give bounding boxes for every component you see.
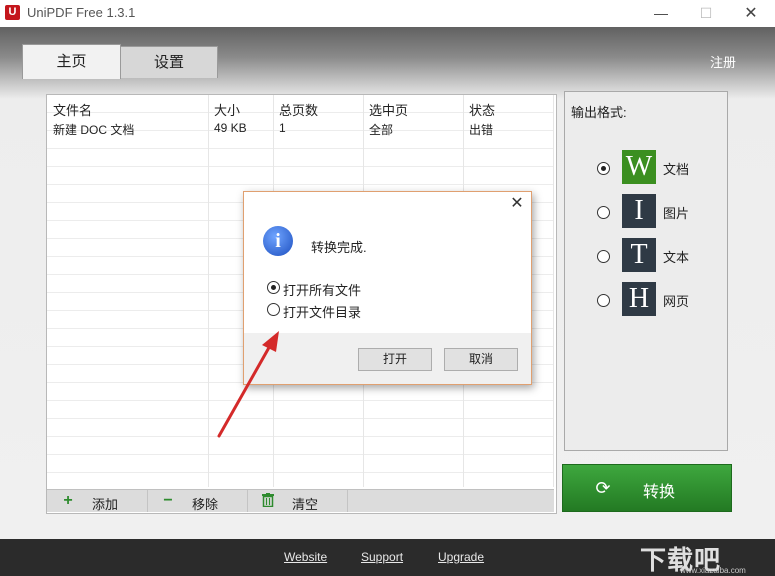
watermark-url: www.xiazaiba.com bbox=[680, 566, 746, 575]
open-folder-radio[interactable] bbox=[267, 303, 280, 316]
format-radio-html[interactable] bbox=[597, 294, 610, 307]
dialog-message: 转换完成. bbox=[311, 240, 367, 255]
format-label-image[interactable]: 图片 bbox=[663, 203, 689, 222]
cell-filename[interactable]: 新建 DOC 文档 bbox=[53, 121, 134, 138]
open-button[interactable]: 打开 bbox=[358, 348, 432, 371]
cell-pages: 1 bbox=[279, 121, 286, 135]
plus-icon: + bbox=[63, 492, 73, 509]
minus-icon: − bbox=[163, 492, 173, 509]
html-icon[interactable]: H bbox=[622, 282, 656, 316]
column-divider bbox=[208, 95, 209, 487]
convert-label: 转换 bbox=[643, 484, 676, 501]
column-divider bbox=[553, 95, 554, 487]
minimize-button[interactable]: — bbox=[638, 0, 684, 27]
close-window-button[interactable]: ✕ bbox=[728, 0, 774, 27]
maximize-button[interactable]: ☐ bbox=[683, 0, 729, 27]
remove-button[interactable]: − 移除 bbox=[147, 490, 248, 512]
title-bar[interactable]: U UniPDF Free 1.3.1 — ☐ ✕ bbox=[0, 0, 775, 28]
website-link[interactable]: Website bbox=[284, 550, 327, 564]
format-label-text[interactable]: 文本 bbox=[663, 247, 689, 266]
format-radio-document[interactable] bbox=[597, 162, 610, 175]
support-link[interactable]: Support bbox=[361, 550, 403, 564]
cancel-button[interactable]: 取消 bbox=[444, 348, 518, 371]
cell-size: 49 KB bbox=[214, 121, 247, 135]
clear-label: 清空 bbox=[292, 497, 319, 512]
cell-selected-pages[interactable]: 全部 bbox=[369, 121, 393, 138]
column-header-selected-pages[interactable]: 选中页 bbox=[369, 100, 408, 119]
image-icon[interactable]: I bbox=[622, 194, 656, 228]
format-radio-image[interactable] bbox=[597, 206, 610, 219]
trash-icon bbox=[261, 493, 275, 509]
open-all-files-radio[interactable] bbox=[267, 281, 280, 294]
register-link[interactable]: 注册 bbox=[710, 52, 736, 71]
format-radio-text[interactable] bbox=[597, 250, 610, 263]
word-icon[interactable]: W bbox=[622, 150, 656, 184]
refresh-icon: ⟳ bbox=[595, 478, 611, 498]
column-header-status[interactable]: 状态 bbox=[469, 100, 495, 119]
file-action-bar: + 添加 − 移除 清空 bbox=[47, 489, 554, 512]
dialog-close-button[interactable]: ✕ bbox=[508, 195, 526, 213]
column-header-pages[interactable]: 总页数 bbox=[279, 100, 318, 119]
conversion-complete-dialog: ✕ i 转换完成. 打开所有文件 打开文件目录 打开 取消 bbox=[243, 191, 532, 385]
add-label: 添加 bbox=[92, 497, 119, 512]
app-window: U UniPDF Free 1.3.1 — ☐ ✕ 主页 设置 注册 文件名 大… bbox=[0, 0, 775, 576]
footer-bar: Website Support Upgrade 下载吧 www.xiazaiba… bbox=[0, 539, 775, 576]
output-format-title: 输出格式: bbox=[571, 105, 627, 120]
window-title: UniPDF Free 1.3.1 bbox=[27, 5, 136, 20]
format-label-html[interactable]: 网页 bbox=[663, 291, 689, 310]
upgrade-link[interactable]: Upgrade bbox=[438, 550, 484, 564]
column-header-filename[interactable]: 文件名 bbox=[53, 100, 92, 119]
convert-button[interactable]: ⟳ 转换 bbox=[562, 464, 732, 512]
text-icon[interactable]: T bbox=[622, 238, 656, 272]
cell-status: 出错 bbox=[469, 123, 494, 137]
clear-button[interactable]: 清空 bbox=[247, 490, 348, 512]
add-button[interactable]: + 添加 bbox=[47, 490, 148, 512]
format-label-document[interactable]: 文档 bbox=[663, 159, 689, 178]
remove-label: 移除 bbox=[192, 497, 219, 512]
column-header-size[interactable]: 大小 bbox=[214, 100, 240, 119]
tab-home[interactable]: 主页 bbox=[22, 44, 121, 79]
open-all-files-label[interactable]: 打开所有文件 bbox=[283, 280, 361, 299]
open-folder-label[interactable]: 打开文件目录 bbox=[283, 302, 361, 321]
dialog-button-area: 打开 取消 bbox=[244, 333, 531, 384]
output-format-panel: 输出格式: W 文档 I 图片 T 文本 H 网页 bbox=[564, 91, 728, 451]
tab-settings[interactable]: 设置 bbox=[120, 46, 218, 78]
info-icon: i bbox=[263, 226, 293, 256]
app-logo: U bbox=[5, 5, 20, 20]
